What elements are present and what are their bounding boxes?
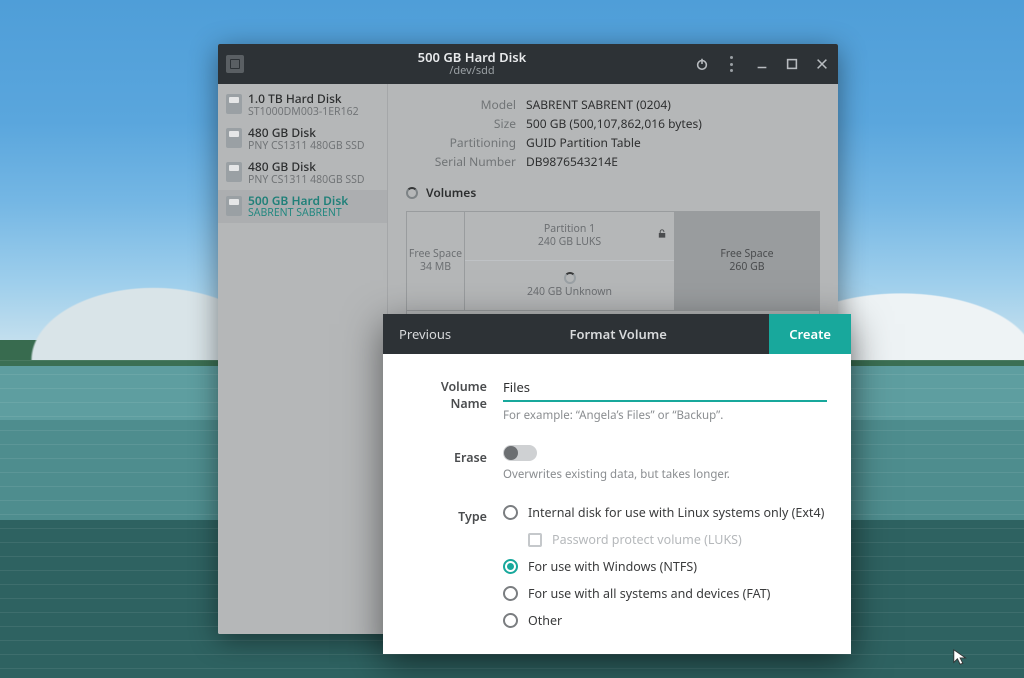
menu-icon[interactable] xyxy=(724,56,740,72)
close-icon[interactable] xyxy=(814,56,830,72)
erase-hint: Overwrites existing data, but takes long… xyxy=(503,467,827,482)
format-volume-dialog: Previous Format Volume Create Volume Nam… xyxy=(383,314,851,654)
radio-icon xyxy=(503,559,518,574)
erase-toggle[interactable] xyxy=(503,445,537,461)
volume-name-input[interactable] xyxy=(503,374,827,402)
power-icon[interactable] xyxy=(694,56,710,72)
dialog-title: Format Volume xyxy=(467,325,769,343)
volume-name-hint: For example: “Angela’s Files” or “Backup… xyxy=(503,408,827,423)
volume-name-label: Volume Name xyxy=(407,374,503,423)
volume-map[interactable]: Free Space 34 MB Partition 1 240 GB LUKS… xyxy=(406,211,820,311)
type-option-ext4[interactable]: Internal disk for use with Linux systems… xyxy=(503,504,827,521)
disk-icon xyxy=(226,196,242,216)
radio-icon xyxy=(503,613,518,628)
type-option-ntfs[interactable]: For use with Windows (NTFS) xyxy=(503,558,827,575)
minimize-icon[interactable] xyxy=(754,56,770,72)
disk-icon xyxy=(226,94,242,114)
volume-free-space[interactable]: Free Space 260 GB xyxy=(675,212,819,310)
volume-partition-sub[interactable]: 240 GB Unknown xyxy=(465,261,674,310)
type-option-luks: Password protect volume (LUKS) xyxy=(528,531,827,548)
type-option-other[interactable]: Other xyxy=(503,612,827,629)
type-option-fat[interactable]: For use with all systems and devices (FA… xyxy=(503,585,827,602)
maximize-icon[interactable] xyxy=(784,56,800,72)
volume-partition-1[interactable]: Partition 1 240 GB LUKS xyxy=(465,212,674,261)
app-icon[interactable] xyxy=(226,55,244,73)
type-label: Type xyxy=(407,504,503,629)
checkbox-icon xyxy=(528,533,542,547)
disk-icon xyxy=(226,162,242,182)
spinner-icon xyxy=(564,272,576,284)
erase-label: Erase xyxy=(407,445,503,482)
dialog-body: Volume Name For example: “Angela’s Files… xyxy=(383,354,851,654)
radio-icon xyxy=(503,586,518,601)
radio-icon xyxy=(503,505,518,520)
cursor-icon xyxy=(952,648,970,671)
lock-icon[interactable] xyxy=(657,228,668,243)
window-subtitle: /dev/sdd xyxy=(250,65,694,78)
titlebar: 500 GB Hard Disk /dev/sdd xyxy=(218,44,838,84)
window-controls xyxy=(694,56,830,72)
disk-icon xyxy=(226,128,242,148)
dialog-header: Previous Format Volume Create xyxy=(383,314,851,354)
create-button[interactable]: Create xyxy=(769,314,851,354)
title-center: 500 GB Hard Disk /dev/sdd xyxy=(250,50,694,78)
previous-button[interactable]: Previous xyxy=(383,325,467,343)
